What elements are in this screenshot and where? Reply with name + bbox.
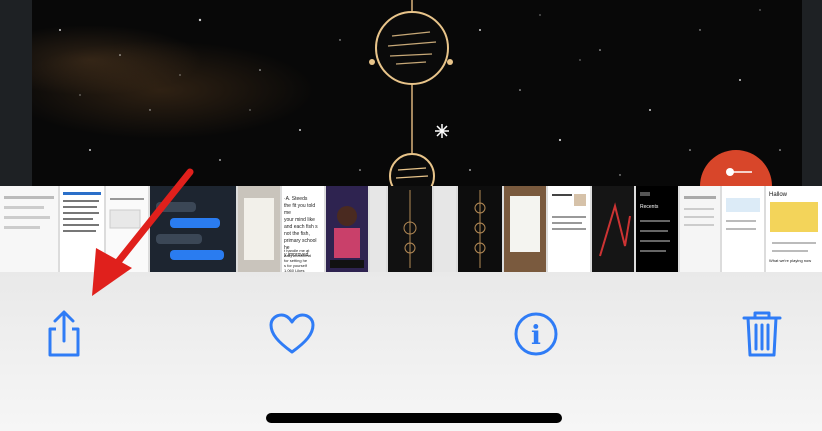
photo-toolbar: i	[0, 272, 822, 431]
trash-icon	[742, 311, 782, 357]
favorite-button[interactable]	[262, 304, 322, 364]
info-glyph: i	[531, 321, 541, 351]
info-icon: i	[514, 312, 558, 356]
share-icon	[48, 310, 80, 357]
thumbnail-recents-title: Recents	[640, 204, 659, 210]
thumbnail-playing-now: What we're playing now	[769, 258, 812, 263]
share-button[interactable]	[34, 304, 94, 364]
delete-button[interactable]	[732, 304, 792, 364]
thumbnail-scrubber[interactable]: ·A. Steeds the fit you told me your mind…	[0, 186, 822, 273]
heart-icon	[269, 313, 315, 354]
info-button[interactable]: i	[506, 304, 566, 364]
thumbnail-today-title: Hallow	[769, 192, 788, 198]
starfield-image	[59, 0, 781, 188]
thumbnail-strip-graphic	[0, 186, 822, 272]
thumbnail-tweet-text-2: t handle me at eally commend for setting…	[284, 248, 311, 273]
photo-viewer[interactable]	[0, 0, 822, 188]
home-indicator[interactable]	[266, 413, 562, 423]
